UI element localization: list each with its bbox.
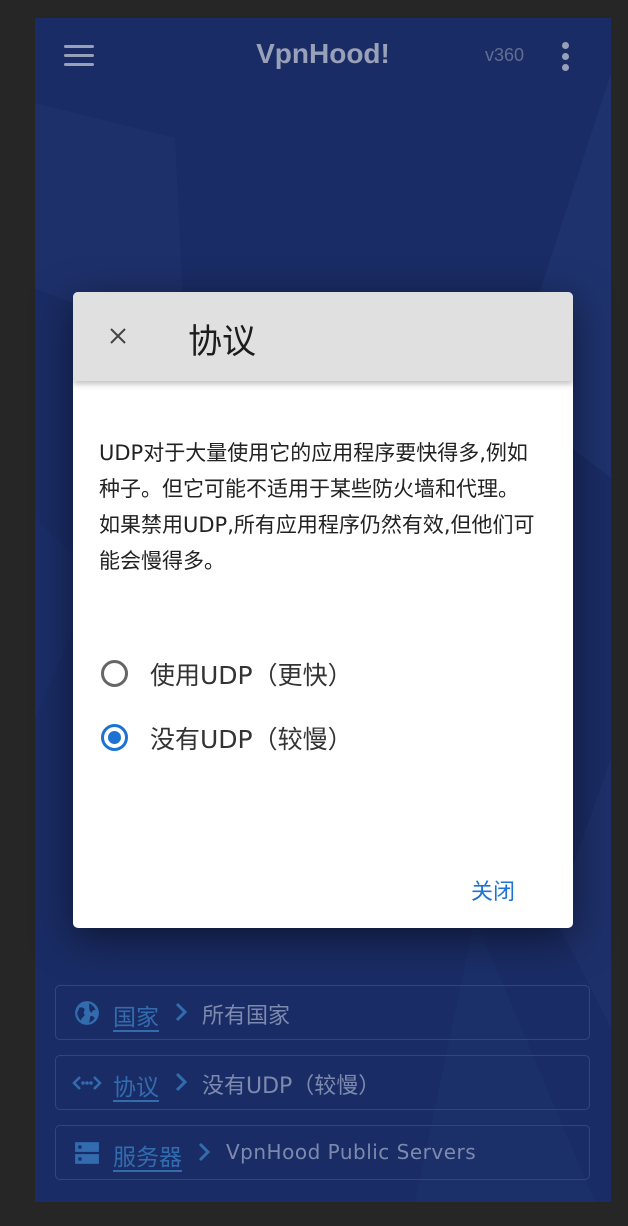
radio-button[interactable] (101, 660, 128, 687)
dialog-title: 协议 (188, 322, 256, 362)
protocol-dialog: 协议 UDP对于大量使用它的应用程序要快得多,例如种子。但它可能不适用于某些防火… (73, 292, 573, 928)
dialog-description: UDP对于大量使用它的应用程序要快得多,例如种子。但它可能不适用于某些防火墙和代… (99, 441, 535, 573)
radio-label: 使用UDP（更快） (150, 661, 353, 690)
dialog-close-button[interactable]: 关闭 (471, 874, 515, 906)
radio-label: 没有UDP（较慢） (150, 725, 353, 754)
close-icon[interactable] (103, 321, 133, 351)
radio-button-selected[interactable] (101, 724, 128, 751)
dialog-header: 协议 (73, 292, 573, 381)
